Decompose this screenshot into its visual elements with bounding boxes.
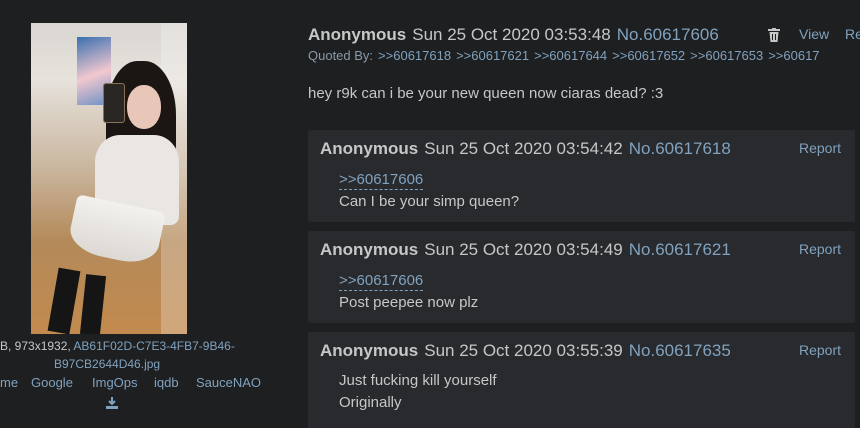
backlink[interactable]: >>60617618 bbox=[378, 48, 451, 63]
backlink[interactable]: >>60617653 bbox=[690, 48, 763, 63]
reply-message: >>60617606 Can I be your simp queen? bbox=[339, 169, 519, 213]
view-link[interactable]: View bbox=[799, 26, 829, 42]
reply-header: Anonymous Sun 25 Oct 2020 03:54:49 No.6061… bbox=[320, 240, 731, 260]
file-info-line1: B, 973x1932, AB61F02D-C7E3-4FB7-9B46- bbox=[0, 337, 235, 355]
post-number-link[interactable]: No.60617635 bbox=[629, 341, 731, 360]
reply-post: Anonymous Sun 25 Oct 2020 03:54:42 No.6061… bbox=[308, 130, 855, 222]
reply-header: Anonymous Sun 25 Oct 2020 03:54:42 No.6061… bbox=[320, 139, 731, 159]
report-link[interactable]: Report bbox=[799, 342, 841, 358]
backlink[interactable]: >>60617621 bbox=[456, 48, 529, 63]
file-name-link[interactable]: AB61F02D-C7E3-4FB7-9B46- bbox=[73, 339, 234, 353]
quoted-by: Quoted By: >>60617618 >>60617621 >>60617644… bbox=[308, 48, 820, 63]
service-link-saucenao[interactable]: SauceNAO bbox=[196, 375, 261, 390]
service-link-iqdb[interactable]: iqdb bbox=[154, 375, 179, 390]
op-post-message: hey r9k can i be your new queen now ciar… bbox=[308, 85, 664, 102]
post-number-link[interactable]: No.60617621 bbox=[629, 240, 731, 259]
report-link[interactable]: Re bbox=[845, 26, 860, 42]
service-link-imgops[interactable]: ImgOps bbox=[92, 375, 138, 390]
reply-header: Anonymous Sun 25 Oct 2020 03:55:39 No.6061… bbox=[320, 341, 731, 361]
image-sock-detail bbox=[79, 274, 107, 334]
poster-name: Anonymous bbox=[320, 139, 419, 158]
service-link-google[interactable]: Google bbox=[31, 375, 73, 390]
image-face-detail bbox=[127, 85, 161, 129]
post-image-thumbnail[interactable] bbox=[31, 23, 187, 334]
backlink[interactable]: >>60617652 bbox=[612, 48, 685, 63]
message-line: Post peepee now plz bbox=[339, 294, 479, 311]
service-link-me[interactable]: me bbox=[0, 375, 18, 390]
quote-link[interactable]: >>60617606 bbox=[339, 171, 424, 190]
file-name-link-cont[interactable]: B97CB2644D46.jpg bbox=[54, 357, 160, 371]
reply-message: Just fucking kill yourself Originally bbox=[339, 370, 497, 414]
op-post-header: Anonymous Sun 25 Oct 2020 03:53:48 No.6061… bbox=[308, 25, 719, 45]
post-date: Sun 25 Oct 2020 03:54:49 bbox=[424, 240, 623, 259]
quote-link[interactable]: >>60617606 bbox=[339, 272, 424, 291]
reply-post: Anonymous Sun 25 Oct 2020 03:54:49 No.6061… bbox=[308, 231, 855, 323]
reply-post: Anonymous Sun 25 Oct 2020 03:55:39 No.6061… bbox=[308, 332, 855, 428]
poster-name: Anonymous bbox=[320, 240, 419, 259]
post-date: Sun 25 Oct 2020 03:54:42 bbox=[424, 139, 623, 158]
backlink[interactable]: >>60617644 bbox=[534, 48, 607, 63]
image-sock-detail bbox=[47, 267, 81, 334]
post-date: Sun 25 Oct 2020 03:53:48 bbox=[412, 25, 611, 44]
download-icon[interactable] bbox=[105, 396, 119, 410]
quoted-by-label: Quoted By: bbox=[308, 48, 374, 63]
post-number-link[interactable]: No.60617618 bbox=[629, 139, 731, 158]
image-phone-detail bbox=[103, 83, 125, 123]
poster-name: Anonymous bbox=[320, 341, 419, 360]
trash-icon[interactable] bbox=[768, 28, 780, 42]
post-date: Sun 25 Oct 2020 03:55:39 bbox=[424, 341, 623, 360]
message-line: Originally bbox=[339, 394, 402, 411]
backlink[interactable]: >>60617 bbox=[768, 48, 819, 63]
message-line: Can I be your simp queen? bbox=[339, 193, 520, 210]
file-meta: B, 973x1932, bbox=[0, 339, 74, 353]
post-number-link[interactable]: No.60617606 bbox=[617, 25, 719, 44]
reply-message: >>60617606 Post peepee now plz bbox=[339, 270, 478, 314]
poster-name: Anonymous bbox=[308, 25, 407, 44]
report-link[interactable]: Report bbox=[799, 241, 841, 257]
message-line: Just fucking kill yourself bbox=[339, 372, 497, 389]
report-link[interactable]: Report bbox=[799, 140, 841, 156]
